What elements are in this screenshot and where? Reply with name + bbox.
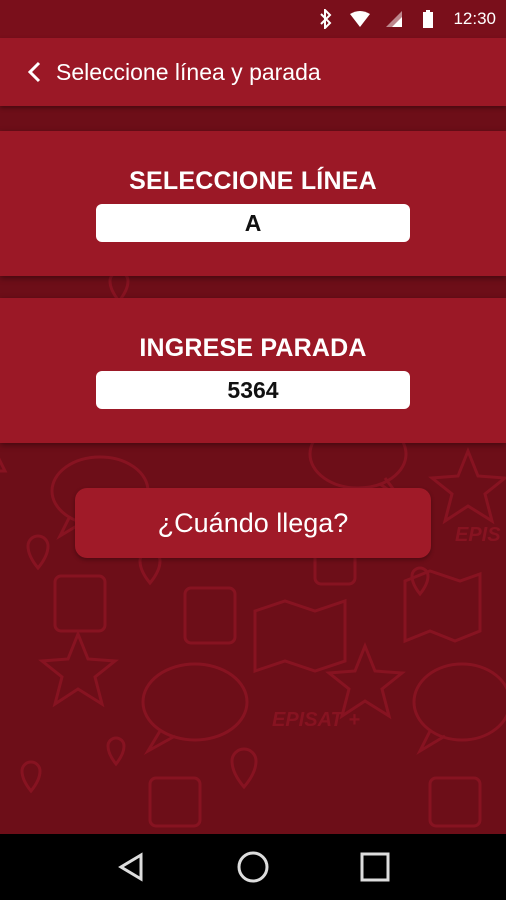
bluetooth-icon (315, 8, 337, 30)
stop-number-input[interactable]: 5364 (96, 371, 410, 409)
line-selection-panel: SELECCIONE LÍNEA A (0, 131, 506, 276)
recents-square-icon[interactable] (355, 847, 395, 887)
battery-icon (417, 8, 439, 30)
signal-icon (383, 8, 405, 30)
when-arrives-button[interactable]: ¿Cuándo llega? (75, 488, 431, 558)
line-select-field[interactable]: A (96, 204, 410, 242)
app-bar: Seleccione línea y parada (0, 38, 506, 106)
wifi-icon (349, 8, 371, 30)
back-triangle-icon[interactable] (111, 847, 151, 887)
svg-text:EPISAT +: EPISAT + (272, 709, 360, 731)
svg-text:EPIS: EPIS (455, 524, 501, 546)
stop-input-panel: INGRESE PARADA 5364 (0, 298, 506, 443)
status-bar: 12:30 (0, 0, 506, 38)
line-selection-label: SELECCIONE LÍNEA (129, 167, 377, 195)
stop-input-label: INGRESE PARADA (139, 334, 367, 362)
navigation-bar (0, 834, 506, 900)
home-circle-icon[interactable] (233, 847, 273, 887)
status-time: 12:30 (453, 9, 496, 28)
chevron-left-icon[interactable] (20, 58, 48, 86)
page-title: Seleccione línea y parada (56, 58, 321, 85)
